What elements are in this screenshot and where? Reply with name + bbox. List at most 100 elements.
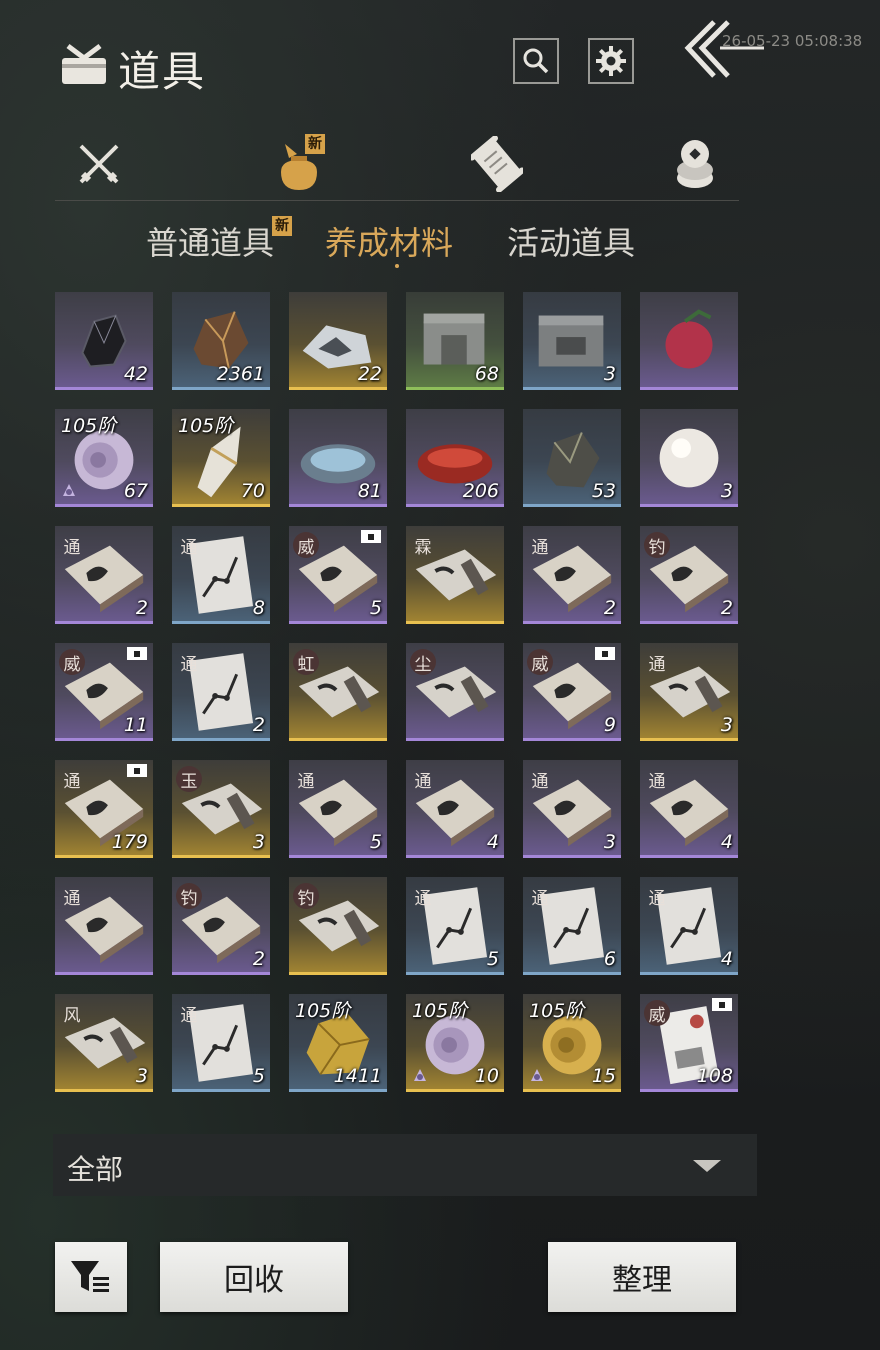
inventory-item[interactable]: 105阶 10 [406,994,504,1092]
inventory-item[interactable]: 105阶 67 [55,409,153,507]
item-tag: 威 [59,649,85,675]
crossed-swords-icon [79,144,119,184]
inventory-item[interactable]: 钓 [289,877,387,975]
inventory-item[interactable]: 68 [406,292,504,390]
sort-button[interactable]: 整理 [548,1242,736,1312]
item-tag: 通 [531,771,549,792]
back-button[interactable] [680,18,766,84]
inventory-item[interactable]: 通2 [55,526,153,624]
item-tag: 通 [531,888,549,909]
inventory-item[interactable]: 风3 [55,994,153,1092]
fruit-icon [665,309,713,369]
stacked-coins-icon [677,140,713,188]
item-count: 68 [474,363,499,385]
inventory-item[interactable]: 威5 [289,526,387,624]
category-filter-dropdown[interactable]: 全部 [53,1134,757,1196]
item-tag: 通 [63,537,81,558]
filter-button[interactable] [55,1242,127,1312]
page-title: 道具 [118,47,207,96]
item-tag: 玉 [176,766,202,792]
inventory-item[interactable]: 通6 [523,877,621,975]
inventory-item[interactable]: 钓2 [172,877,270,975]
tab-equipment[interactable] [69,136,129,192]
inventory-item[interactable]: 2361 [172,292,270,390]
inventory-item[interactable]: 通8 [172,526,270,624]
inventory-item[interactable]: 尘 [406,643,504,741]
item-count: 2 [252,714,265,736]
item-tag: 钓 [176,883,202,909]
tab-currency[interactable] [665,136,725,192]
settings-button[interactable] [588,38,634,84]
item-count: 8 [252,597,265,619]
inventory-item[interactable]: 通2 [172,643,270,741]
item-count: 3 [603,831,616,853]
inventory-item[interactable]: 霖 [406,526,504,624]
item-tag: 钓 [644,532,670,558]
search-button[interactable] [513,38,559,84]
item-count: 3 [720,714,733,736]
subtab-materials[interactable]: 养成材料 [325,218,453,264]
item-tag: 通 [63,771,81,792]
inventory-item[interactable]: 钓2 [640,526,738,624]
inventory-item[interactable]: 威9 [523,643,621,741]
search-icon [523,48,549,74]
item-count: 4 [720,831,733,853]
inventory-item[interactable]: 通4 [640,760,738,858]
inventory-item[interactable]: 通3 [640,643,738,741]
item-tier: 105阶 [178,415,234,437]
equipped-badge-icon [361,530,381,543]
inventory-item[interactable]: 206 [406,409,504,507]
inventory-item[interactable]: 玉3 [172,760,270,858]
item-count: 2 [135,597,148,619]
inventory-item[interactable]: 威 11 [55,643,153,741]
bound-icon [63,484,75,496]
inventory-item[interactable]: 105阶 70 [172,409,270,507]
item-tag: 钓 [293,883,319,909]
subtab-common-items[interactable]: 普通道具 [146,218,274,264]
item-count: 42 [123,363,148,385]
inventory-item[interactable]: 3 [523,292,621,390]
inventory-item[interactable]: 通5 [406,877,504,975]
item-count: 67 [123,480,148,502]
inventory-item[interactable]: 105阶 15 [523,994,621,1092]
gear-icon [596,46,626,76]
subtab-event-items[interactable]: 活动道具 [507,218,635,264]
item-tag: 通 [648,771,666,792]
sub-tabs: 普通道具 新 养成材料 活动道具 [0,216,880,268]
inventory-item[interactable]: 3 [640,409,738,507]
inventory-item[interactable]: 通5 [289,760,387,858]
inventory-item[interactable]: 通2 [523,526,621,624]
item-count: 3 [720,480,733,502]
inventory-item[interactable]: 22 [289,292,387,390]
item-count: 2 [603,597,616,619]
subtab-label: 普通道具 [146,224,275,262]
double-chevron-left-icon [684,20,764,78]
item-tag: 霖 [414,537,432,558]
inventory-item[interactable]: 通4 [406,760,504,858]
inventory-item[interactable]: 威 108 [640,994,738,1092]
item-count: 10 [474,1065,499,1087]
inventory-item[interactable]: 通4 [640,877,738,975]
item-count: 81 [357,480,382,502]
inventory-item[interactable] [640,292,738,390]
inventory-item[interactable]: 通 [55,877,153,975]
bound-icon [414,1069,426,1081]
tab-scrolls[interactable] [467,136,527,192]
item-count: 2361 [216,363,265,385]
inventory-item[interactable]: 42 [55,292,153,390]
item-count: 2 [252,948,265,970]
inventory-item[interactable]: 通3 [523,760,621,858]
inventory-item[interactable]: 81 [289,409,387,507]
inventory-item[interactable]: 通5 [172,994,270,1092]
inventory-item[interactable]: 通 179 [55,760,153,858]
item-count: 5 [369,831,382,853]
recycle-button[interactable]: 回收 [160,1242,348,1312]
inventory-item[interactable]: 105阶 1411 [289,994,387,1092]
item-count: 11 [123,714,148,736]
inventory-item[interactable]: 虹 [289,643,387,741]
tab-items[interactable]: 新 [269,134,329,192]
chevron-down-icon [693,1160,721,1172]
bag-icon [62,44,106,84]
item-count: 4 [486,831,499,853]
inventory-item[interactable]: 53 [523,409,621,507]
